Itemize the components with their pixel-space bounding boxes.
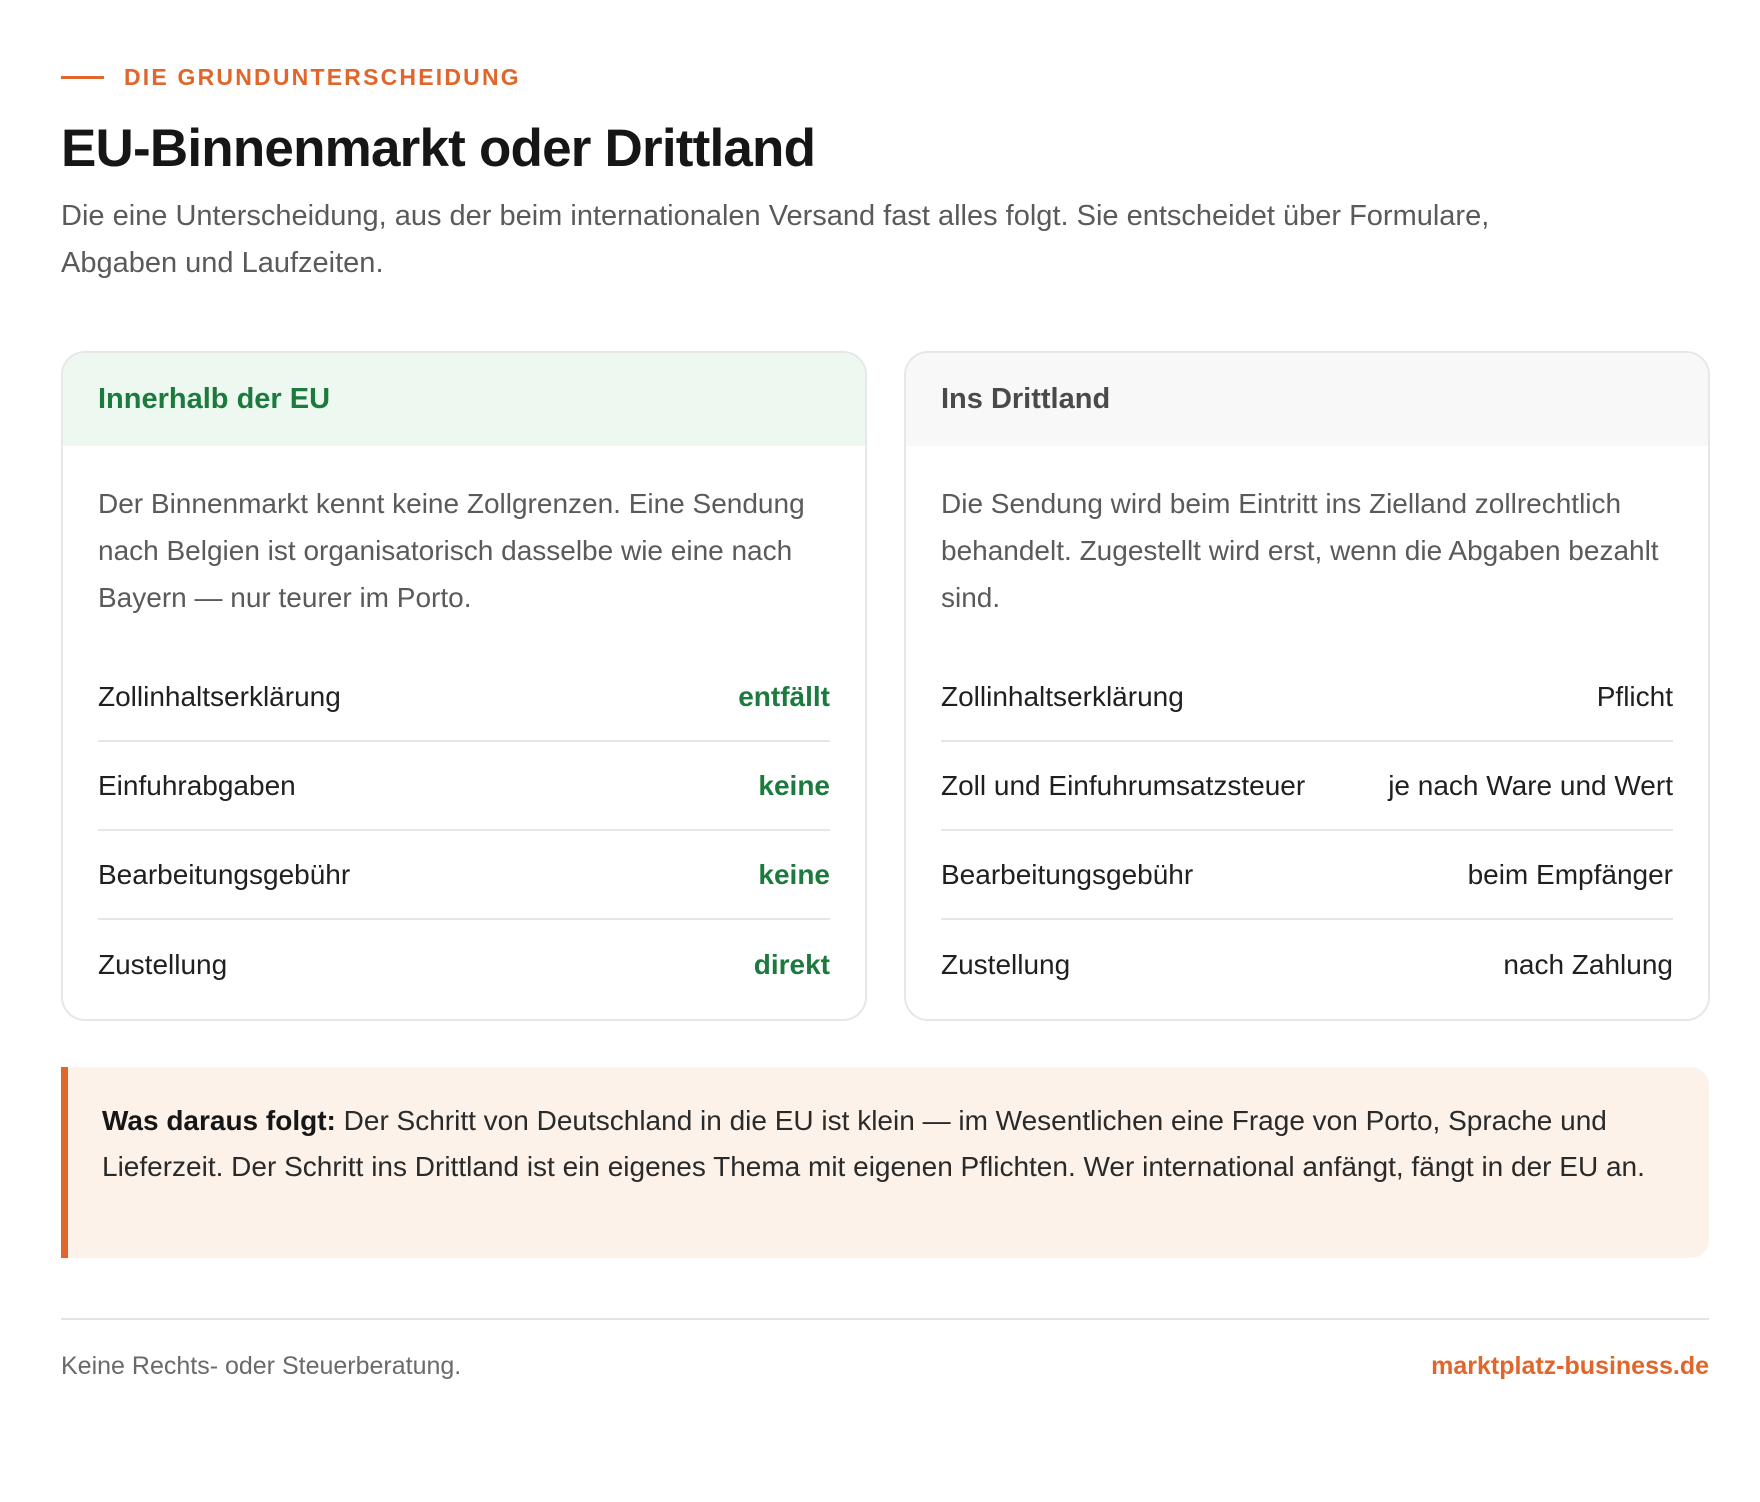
row-value: je nach Ware und Wert — [1388, 769, 1673, 801]
brand-link[interactable]: marktplatz-business.de — [1431, 1352, 1709, 1381]
card-eu: Innerhalb der EU Der Binnenmarkt kennt k… — [61, 351, 867, 1021]
list-item: Zustellung nach Zahlung — [941, 920, 1673, 1009]
row-label: Bearbeitungsgebühr — [941, 858, 1194, 890]
eyebrow-rule — [61, 76, 104, 79]
row-label: Zoll und Einfuhrumsatzsteuer — [941, 769, 1306, 801]
card-third-description: Die Sendung wird beim Eintritt ins Ziell… — [941, 488, 1659, 613]
row-label: Zustellung — [98, 948, 228, 980]
card-third-rows: Zollinhaltserklärung Pflicht Zoll und Ei… — [941, 653, 1673, 1009]
card-third-country: Ins Drittland Die Sendung wird beim Eint… — [904, 351, 1710, 1021]
callout-lead: Was daraus folgt: — [102, 1105, 336, 1136]
row-value: keine — [758, 769, 830, 801]
list-item: Zollinhaltserklärung entfällt — [98, 653, 830, 742]
card-eu-rows: Zollinhaltserklärung entfällt Einfuhrabg… — [98, 653, 830, 1009]
eyebrow-text: DIE GRUNDUNTERSCHEIDUNG — [124, 64, 521, 90]
list-item: Bearbeitungsgebühr keine — [98, 831, 830, 920]
row-label: Einfuhrabgaben — [98, 769, 296, 801]
row-label: Bearbeitungsgebühr — [98, 858, 351, 890]
row-value: keine — [758, 858, 830, 890]
row-value: Pflicht — [1596, 680, 1673, 712]
row-value: beim Empfänger — [1467, 858, 1673, 890]
row-label: Zollinhaltserklärung — [98, 680, 341, 712]
row-value: entfällt — [738, 680, 830, 712]
row-label: Zustellung — [941, 948, 1071, 980]
row-value: nach Zahlung — [1503, 948, 1673, 980]
card-eu-body: Der Binnenmarkt kennt keine Zollgrenzen.… — [63, 446, 865, 1009]
list-item: Bearbeitungsgebühr beim Empfänger — [941, 831, 1673, 920]
row-label: Zollinhaltserklärung — [941, 680, 1184, 712]
lead-text: Die eine Unterscheidung, aus der beim in… — [61, 200, 1490, 279]
eyebrow: DIE GRUNDUNTERSCHEIDUNG — [61, 64, 521, 91]
footer-divider — [61, 1318, 1709, 1320]
conclusion-callout: Was daraus folgt: Der Schritt von Deutsc… — [61, 1067, 1709, 1258]
disclaimer: Keine Rechts- oder Steuerberatung. — [61, 1352, 462, 1380]
card-third-title: Ins Drittland — [906, 353, 1708, 446]
page-title: EU-Binnenmarkt oder Drittland — [61, 119, 816, 178]
list-item: Einfuhrabgaben keine — [98, 742, 830, 831]
list-item: Zoll und Einfuhrumsatzsteuer je nach War… — [941, 742, 1673, 831]
list-item: Zollinhaltserklärung Pflicht — [941, 653, 1673, 742]
card-eu-title: Innerhalb der EU — [63, 353, 865, 446]
list-item: Zustellung direkt — [98, 920, 830, 1009]
card-third-body: Die Sendung wird beim Eintritt ins Ziell… — [906, 446, 1708, 1009]
card-eu-description: Der Binnenmarkt kennt keine Zollgrenzen.… — [98, 488, 805, 613]
row-value: direkt — [753, 948, 830, 980]
